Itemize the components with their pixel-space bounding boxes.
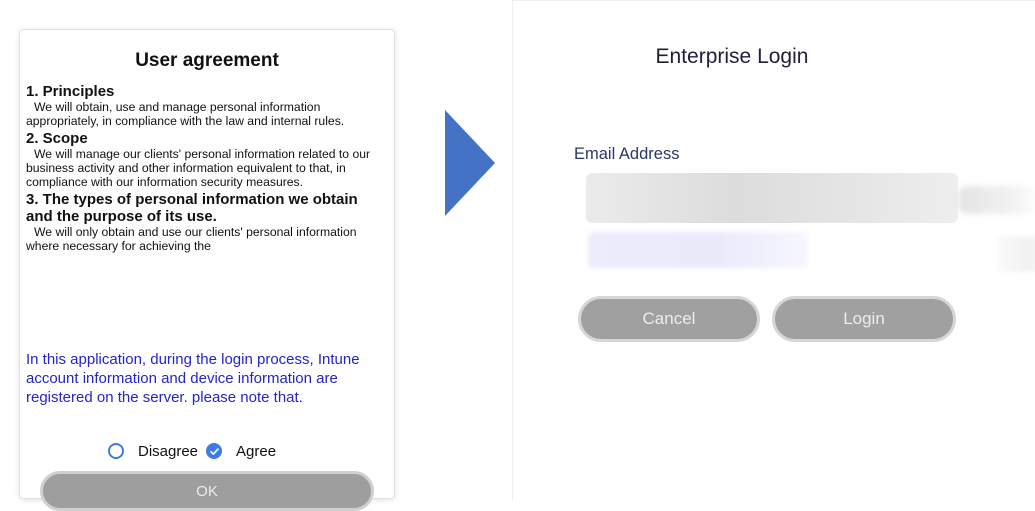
radio-checked-icon (209, 447, 219, 455)
agreement-title: User agreement (135, 50, 279, 71)
blurred-email-region (958, 186, 1035, 214)
section-2-heading: 2. Scope (26, 130, 88, 147)
agreement-terms-scroll[interactable]: 1. Principles We will obtain, use and ma… (26, 83, 388, 335)
consent-radio-group: Disagree Agree (108, 441, 284, 461)
section-3-body: We will only obtain and use our clients'… (26, 225, 357, 253)
agree-radio[interactable] (206, 443, 223, 459)
ok-button[interactable]: OK (40, 471, 374, 511)
blurred-hint-text (588, 232, 808, 268)
login-title: Enterprise Login (655, 45, 809, 68)
registration-notice: In this application, during the login pr… (26, 351, 360, 406)
user-agreement-dialog: User agreement 1. Principles We will obt… (20, 30, 394, 511)
agree-label[interactable]: Agree (236, 443, 276, 460)
section-3-heading: 3. The types of personal information we … (26, 191, 358, 225)
section-1-body: We will obtain, use and manage personal … (26, 100, 345, 128)
blurred-side-region (998, 236, 1035, 272)
email-address-label: Email Address (574, 145, 680, 163)
disagree-label[interactable]: Disagree (138, 443, 198, 460)
section-2-body: We will manage our clients' personal inf… (26, 147, 371, 189)
section-1-heading: 1. Principles (26, 83, 115, 100)
disagree-radio[interactable] (108, 443, 124, 459)
enterprise-login-screen: Enterprise Login Email Address Cancel Lo… (512, 0, 1035, 500)
login-button[interactable]: Login (772, 296, 956, 342)
email-address-input[interactable] (586, 173, 958, 223)
arrow-right-icon (445, 110, 495, 216)
cancel-button[interactable]: Cancel (578, 296, 760, 342)
